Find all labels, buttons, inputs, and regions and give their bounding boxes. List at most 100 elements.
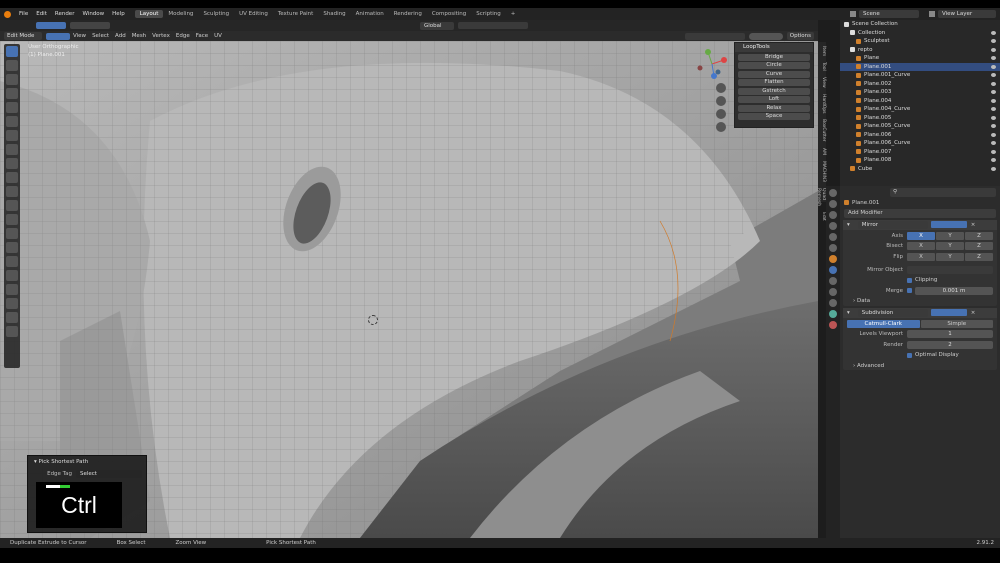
material-props-icon[interactable]	[829, 321, 837, 329]
visibility-eye-icon[interactable]	[991, 141, 996, 146]
tab-tool[interactable]: Tool	[818, 62, 826, 71]
visibility-eye-icon[interactable]	[991, 132, 996, 137]
blender-logo-icon[interactable]	[4, 10, 11, 18]
vertex-menu[interactable]: Vertex	[149, 33, 173, 39]
outliner-root[interactable]: Scene Collection	[840, 20, 1000, 29]
view-layer-props-icon[interactable]	[829, 222, 837, 230]
overlay-icons[interactable]	[684, 32, 745, 40]
outliner-item[interactable]: Plane.001	[840, 62, 1000, 71]
merge-checkbox[interactable]	[907, 288, 912, 293]
modifier-props-icon[interactable]	[829, 266, 837, 274]
modifier-toggle-icons[interactable]	[930, 309, 967, 316]
visibility-eye-icon[interactable]	[991, 107, 996, 112]
panel-title[interactable]: ▾ Pick Shortest Path	[28, 456, 146, 468]
constraints-props-icon[interactable]	[829, 299, 837, 307]
outliner-item[interactable]: Plane.006_Curve	[840, 139, 1000, 148]
shear-tool-icon[interactable]	[6, 312, 18, 323]
pan-icon[interactable]	[716, 96, 726, 106]
viewlayer-field[interactable]: View Layer	[938, 10, 996, 18]
visibility-eye-icon[interactable]	[991, 47, 996, 52]
add-workspace-button[interactable]: +	[506, 10, 521, 18]
axis-y-toggle[interactable]: Y	[936, 231, 964, 240]
merge-value-field[interactable]: 0.001 m	[915, 286, 993, 295]
mirror-data-subpanel[interactable]: › Data	[847, 297, 993, 306]
menu-render[interactable]: Render	[51, 11, 79, 17]
edge-slide-tool-icon[interactable]	[6, 284, 18, 295]
inset-tool-icon[interactable]	[6, 186, 18, 197]
modifier-toggle-icons[interactable]	[930, 221, 967, 228]
mode-dropdown[interactable]: Edit Mode	[4, 32, 42, 40]
scale-tool-icon[interactable]	[6, 102, 18, 113]
mirror-name-field[interactable]: Mirror	[857, 220, 928, 229]
extrude-tool-icon[interactable]	[6, 172, 18, 183]
mirror-object-field[interactable]	[907, 265, 993, 274]
flip-y-toggle[interactable]: Y	[936, 252, 964, 261]
perspective-icon[interactable]	[716, 122, 726, 132]
optimal-display-checkbox[interactable]	[907, 352, 912, 358]
shading-icons[interactable]	[748, 32, 783, 40]
menu-help[interactable]: Help	[108, 11, 129, 17]
props-search[interactable]: ⚲	[890, 187, 996, 197]
tab-machin3[interactable]: MACHIN3	[818, 161, 826, 182]
smooth-tool-icon[interactable]	[6, 270, 18, 281]
zoom-icon[interactable]	[716, 83, 726, 93]
render-props-icon[interactable]	[829, 200, 837, 208]
outliner-item[interactable]: repto	[840, 46, 1000, 55]
tab-sculpting[interactable]: Sculpting	[198, 10, 234, 18]
rip-tool-icon[interactable]	[6, 326, 18, 337]
uv-menu[interactable]: UV	[211, 33, 225, 39]
outliner-item[interactable]: Plane.002	[840, 80, 1000, 89]
outliner-item[interactable]: Plane.008	[840, 156, 1000, 165]
looptools-flatten[interactable]: Flatten	[738, 79, 810, 86]
levels-viewport-field[interactable]: 1	[907, 330, 993, 338]
add-menu[interactable]: Add	[112, 33, 129, 39]
spin-tool-icon[interactable]	[6, 256, 18, 267]
select-mode-buttons[interactable]	[46, 32, 70, 40]
axis-z-toggle[interactable]: Z	[965, 231, 993, 240]
scene-props-icon[interactable]	[829, 233, 837, 241]
tab-am[interactable]: AM	[818, 148, 826, 155]
loop-cut-tool-icon[interactable]	[6, 214, 18, 225]
tab-compositing[interactable]: Compositing	[427, 10, 471, 18]
camera-icon[interactable]	[716, 109, 726, 119]
outliner-item[interactable]: Plane.007	[840, 148, 1000, 157]
looptools-space[interactable]: Space	[738, 113, 810, 120]
simple-toggle[interactable]: Simple	[920, 319, 993, 328]
visibility-eye-icon[interactable]	[991, 90, 996, 95]
tab-boxcutter[interactable]: BoxCutter	[818, 119, 826, 142]
close-icon[interactable]: ×	[971, 222, 976, 228]
looptools-curve[interactable]: Curve	[738, 70, 810, 78]
face-menu[interactable]: Face	[193, 33, 211, 39]
world-props-icon[interactable]	[829, 244, 837, 252]
snap-icons[interactable]	[458, 22, 528, 29]
menu-window[interactable]: Window	[78, 11, 108, 17]
knife-tool-icon[interactable]	[6, 228, 18, 239]
flip-z-toggle[interactable]: Z	[965, 252, 993, 261]
outliner-item[interactable]: Plane.004_Curve	[840, 105, 1000, 114]
edge-tag-dropdown[interactable]: Select	[76, 470, 142, 478]
outliner-item[interactable]: Sculptest	[840, 37, 1000, 46]
tab-view[interactable]: View	[818, 77, 826, 88]
view-menu[interactable]: View	[70, 33, 89, 39]
close-icon[interactable]: ×	[971, 310, 976, 316]
annotate-tool-icon[interactable]	[6, 130, 18, 141]
looptools-loft[interactable]: Loft	[738, 96, 810, 103]
visibility-eye-icon[interactable]	[991, 166, 996, 171]
visibility-eye-icon[interactable]	[991, 39, 996, 44]
advanced-subpanel[interactable]: › Advanced	[847, 361, 993, 370]
viewlayer-icon[interactable]	[929, 11, 935, 17]
visibility-eye-icon[interactable]	[991, 64, 996, 69]
scene-icon[interactable]	[850, 11, 856, 17]
select-box-tool-icon[interactable]	[6, 46, 18, 57]
mirror-modifier-header[interactable]: ▾ Mirror ×	[843, 219, 997, 230]
chevron-down-icon[interactable]: ▾	[847, 222, 850, 228]
output-props-icon[interactable]	[829, 211, 837, 219]
subdivision-name-field[interactable]: Subdivision	[857, 308, 928, 317]
looptools-title[interactable]: LoopTools	[735, 43, 813, 52]
tab-scripting[interactable]: Scripting	[471, 10, 505, 18]
data-props-icon[interactable]	[829, 310, 837, 318]
visibility-eye-icon[interactable]	[991, 124, 996, 129]
poly-build-tool-icon[interactable]	[6, 242, 18, 253]
tab-uv-editing[interactable]: UV Editing	[234, 10, 273, 18]
looptools-relax[interactable]: Relax	[738, 104, 810, 112]
